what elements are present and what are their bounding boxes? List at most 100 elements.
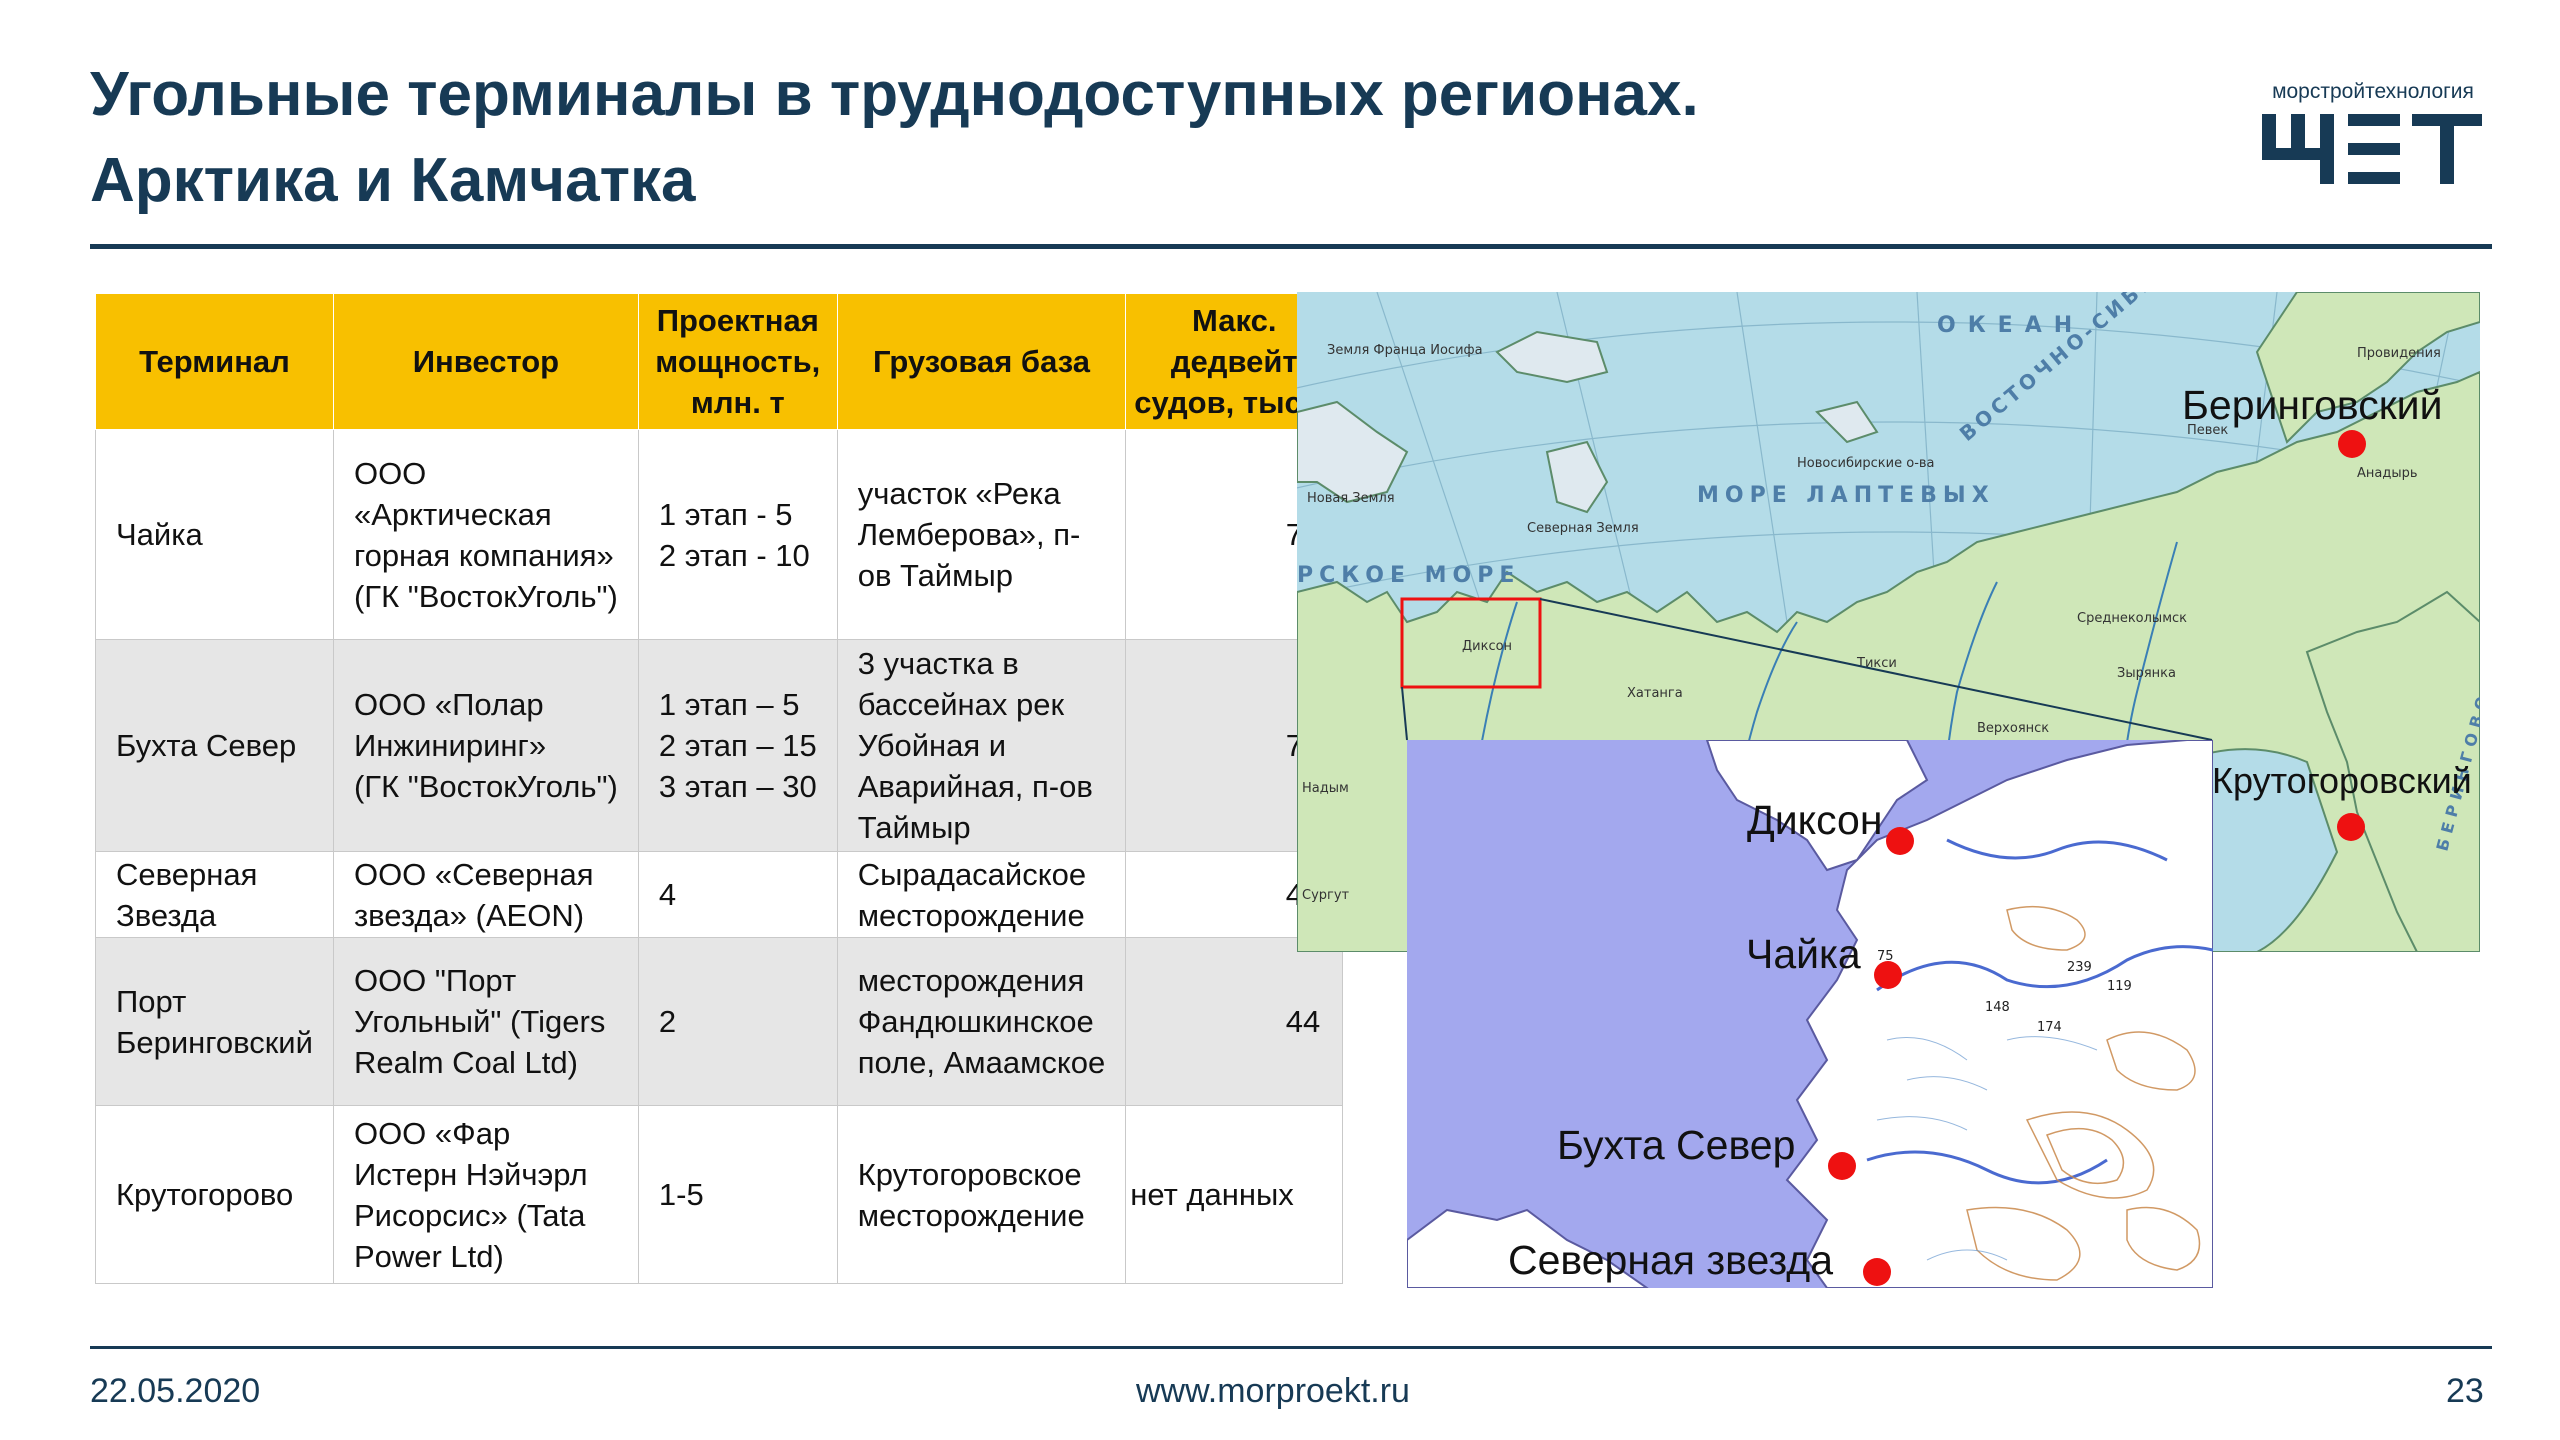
marker-severnaya-zvezda [1863, 1258, 1891, 1286]
inset-height-174: 174 [2037, 1020, 2062, 1035]
logo-text: морстройтехнология [2272, 80, 2474, 103]
inset-height-148: 148 [1985, 1000, 2010, 1015]
marker-chayka [1874, 961, 1902, 989]
label-laptev-sea: МОРЕ ЛАПТЕВЫХ [1697, 483, 1995, 508]
label-khatanga: Хатанга [1627, 686, 1683, 701]
table-row: Чайка ООО «Арктическая горная компания» (ГК … [95, 429, 1344, 640]
cell-cargo: Крутогоровское месторождение [836, 1105, 1127, 1284]
label-bukhta-sever: Бухта Север [1557, 1122, 1796, 1168]
cell-line: Северная [116, 856, 258, 892]
table-row: Северная Звезда ООО «Северная звезда» (AEON… [95, 851, 1344, 938]
cell-line: Аварийная, п-ов [857, 769, 1093, 804]
cell-line: Крутогорово [116, 1177, 294, 1212]
cell-line: Таймыр [857, 810, 971, 845]
marker-dikson [1886, 827, 1914, 855]
table-header-row: Терминал Инвестор Проектная мощность, млн.… [95, 293, 1344, 430]
title-line-2: Арктика и Камчатка [90, 146, 696, 215]
label-surgut: Сургут [1302, 888, 1350, 903]
cell-line: месторождения [857, 963, 1085, 998]
cell-line: ООО [353, 455, 427, 491]
cell-line: Сырадасайское [857, 856, 1087, 892]
header-cell: Терминал [95, 293, 334, 430]
cell-line: Фандюшкинское [857, 1004, 1094, 1039]
cell-line: Бухта Север [116, 728, 297, 763]
cell-line: Порт [116, 983, 187, 1019]
cell-line: месторождение [857, 1197, 1085, 1233]
cell-terminal: Крутогорово [95, 1105, 334, 1284]
header-cell: Проектная мощность, млн. т [637, 293, 838, 430]
label-severnaya-zemlya: Северная Земля [1527, 521, 1639, 536]
label-severnaya-zvezda: Северная звезда [1508, 1237, 1834, 1283]
cell-line: 3 участка в [857, 646, 1019, 681]
footer-page-number: 23 [2446, 1372, 2484, 1410]
label-providenia: Провидения [2357, 346, 2441, 361]
cell-line: 2 [658, 1004, 677, 1039]
cell-line: 2 этап - 10 [658, 537, 810, 573]
cell-capacity: 2 [637, 937, 838, 1106]
cell-line: месторождение [857, 897, 1085, 933]
cell-line: Power Ltd) [353, 1238, 504, 1274]
footer-url[interactable]: www.morproekt.ru [1136, 1372, 1410, 1411]
cell-line: Терминал [139, 344, 290, 379]
cell-line: 1 этап – 5 [658, 687, 800, 722]
cell-line: Грузовая база [873, 344, 1090, 379]
cell-capacity: 4 [637, 851, 838, 938]
label-chayka: Чайка [1746, 931, 1861, 977]
cell-line: Звезда [116, 897, 217, 933]
cell-line: (ГК "ВостокУголь") [353, 578, 618, 614]
cell-line: 1 этап - 5 [658, 496, 793, 532]
cell-line: 4 [658, 877, 677, 912]
label-verkhoyansk: Верхоянск [1977, 721, 2049, 736]
cell-line: 2 этап – 15 [658, 728, 817, 763]
cell-line: 1-5 [658, 1177, 704, 1212]
cell-line: Realm Coal Ltd) [353, 1045, 578, 1080]
label-beringovsky: Беринговский [2182, 382, 2443, 428]
cell-line: Лемберова», п- [857, 517, 1081, 552]
cell-cargo: Сырадасайское месторождение [836, 851, 1127, 938]
cell-line: участок «Река [857, 476, 1061, 511]
label-anadyr: Анадырь [2357, 466, 2418, 481]
cell-line: ООО "Порт [353, 963, 517, 998]
cell-line: Инвестор [412, 344, 560, 379]
cell-line: 3 этап – 30 [658, 769, 817, 804]
table-row: Порт Беринговский ООО "Порт Угольный" (Tige… [95, 937, 1344, 1106]
label-nadym: Надым [1302, 781, 1349, 796]
label-krutogorovsky: Крутогоровский [2212, 760, 2472, 801]
company-logo: морстройтехнология [2262, 80, 2484, 202]
cell-investor: ООО «Арктическая горная компания» (ГК "Вост… [332, 429, 639, 640]
cell-capacity: 1 этап – 5 2 этап – 15 3 этап – 30 [637, 639, 838, 852]
cell-line: Убойная и [857, 728, 1007, 763]
cell-dwt: 44 [1125, 937, 1344, 1106]
cell-terminal: Северная Звезда [95, 851, 334, 938]
marker-krutogorovsky [2337, 813, 2365, 841]
cell-investor: ООО «Северная звезда» (AEON) [332, 851, 639, 938]
cell-line: Инжиниринг» [353, 728, 547, 763]
cell-line: мощность, [655, 344, 821, 379]
cell-investor: ООО «Фар Истерн Нэйчэрл Рисорсис» (Tata Pow… [332, 1105, 639, 1284]
cell-cargo: месторождения Фандюшкинское поле, Амаамско… [836, 937, 1127, 1106]
cell-terminal: Чайка [95, 429, 334, 640]
cell-line: «Арктическая [353, 496, 552, 532]
header-cell: Грузовая база [836, 293, 1127, 430]
table-row: Крутогорово ООО «Фар Истерн Нэйчэрл Рисорси… [95, 1105, 1344, 1284]
cell-cargo: 3 участка в бассейнах рек Убойная и Аварийн… [836, 639, 1127, 852]
cell-capacity: 1 этап - 5 2 этап - 10 [637, 429, 838, 640]
cell-dwt: нет данных [1125, 1105, 1344, 1284]
footer-divider [90, 1346, 2492, 1349]
header-cell: Инвестор [332, 293, 639, 430]
label-srednekolymsk: Среднеколымск [2077, 611, 2187, 626]
cell-investor: ООО «Полар Инжиниринг» (ГК "ВостокУголь") [332, 639, 639, 852]
label-dikson: Диксон [1747, 797, 1883, 843]
inset-height-119: 119 [2107, 979, 2132, 994]
cell-line: поле, Амаамское [857, 1045, 1106, 1080]
cell-terminal: Бухта Север [95, 639, 334, 852]
cell-cargo: участок «Река Лемберова», п-ов Таймыр [836, 429, 1127, 640]
label-zyryanka: Зырянка [2117, 666, 2176, 681]
label-kara-sea: РСКОЕ МОРЕ [1297, 563, 1520, 588]
label-franz-josef: Земля Франца Иосифа [1327, 343, 1483, 358]
label-novaya-zemlya: Новая Земля [1307, 491, 1395, 506]
header-divider [90, 244, 2492, 249]
logo-mark [2262, 114, 2482, 184]
cell-line: Крутогоровское [857, 1156, 1082, 1192]
marker-bukhta-sever [1828, 1152, 1856, 1180]
